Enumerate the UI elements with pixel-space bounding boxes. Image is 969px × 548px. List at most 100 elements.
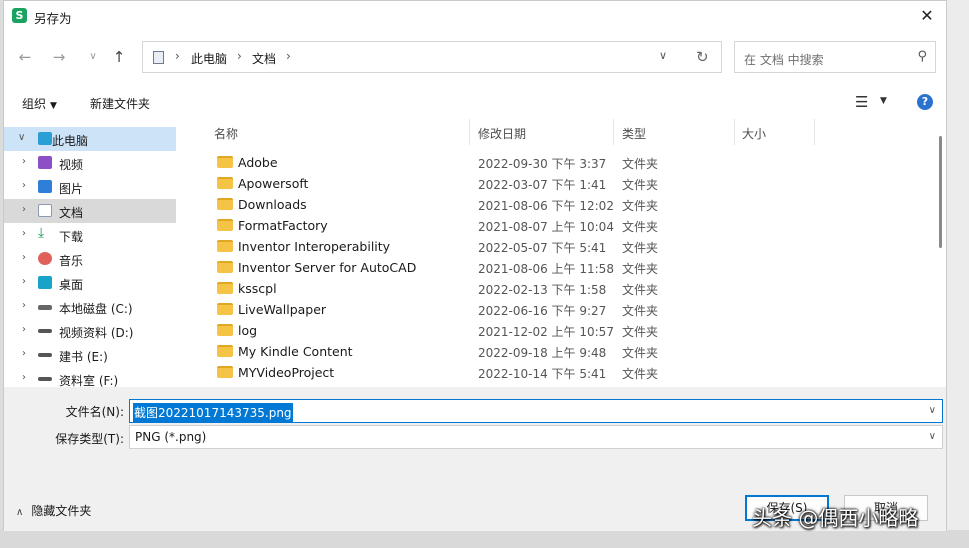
chevron-right-icon[interactable]: ›	[22, 228, 26, 239]
chevron-right-icon[interactable]: ›	[22, 372, 26, 383]
tree-item-desktop[interactable]: › 桌面	[4, 271, 176, 295]
tree-item-downloads[interactable]: › ⤓ 下载	[4, 223, 176, 247]
tree-item-drive-f[interactable]: › 资料室 (F:)	[4, 367, 176, 387]
filetype-dropdown-chevron-icon[interactable]: ∨	[929, 431, 936, 442]
breadcrumb-separator-icon[interactable]: ›	[237, 49, 242, 63]
watermark-text: 头条 @偶西小略略	[752, 506, 919, 530]
column-header-size[interactable]: 大小	[742, 125, 766, 142]
folder-icon	[217, 156, 233, 168]
table-row[interactable]: log 2021-12-02 上午 10:57 文件夹	[197, 320, 917, 341]
address-dropdown-chevron-icon[interactable]: ∨	[659, 49, 667, 62]
chevron-right-icon[interactable]: ›	[22, 252, 26, 263]
help-icon[interactable]: ?	[917, 94, 933, 110]
tree-item-videos[interactable]: › 视频	[4, 151, 176, 175]
chevron-right-icon[interactable]: ›	[22, 300, 26, 311]
chevron-right-icon[interactable]: ›	[22, 204, 26, 215]
chevron-right-icon[interactable]: ›	[22, 180, 26, 191]
column-divider[interactable]	[613, 119, 614, 145]
tree-item-music[interactable]: › 音乐	[4, 247, 176, 271]
forward-arrow-icon[interactable]: →	[48, 45, 70, 69]
search-box[interactable]: 在 文档 中搜索 ⚲	[734, 41, 936, 73]
chevron-right-icon[interactable]: ›	[22, 324, 26, 335]
column-header-type[interactable]: 类型	[622, 125, 646, 142]
breadcrumb-separator-icon[interactable]: ›	[286, 49, 291, 63]
file-name: Inventor Interoperability	[238, 239, 391, 254]
column-divider[interactable]	[814, 119, 815, 145]
view-caret-down-icon[interactable]: ▼	[880, 96, 887, 106]
file-date: 2022-02-13 下午 1:58	[478, 283, 607, 297]
breadcrumb-this-pc[interactable]: 此电脑	[191, 50, 227, 67]
file-name: My Kindle Content	[238, 344, 353, 359]
table-row[interactable]: ksscpl 2022-02-13 下午 1:58 文件夹	[197, 278, 917, 299]
table-row[interactable]: Inventor Interoperability 2022-05-07 下午 …	[197, 236, 917, 257]
drive-icon	[38, 329, 52, 333]
table-row[interactable]: MYVideoProject 2022-10-14 下午 5:41 文件夹	[197, 362, 917, 383]
drive-icon	[38, 353, 52, 357]
filename-dropdown-chevron-icon[interactable]: ∨	[929, 405, 936, 416]
column-header-name[interactable]: 名称	[214, 125, 238, 142]
chevron-right-icon[interactable]: ›	[22, 348, 26, 359]
folder-icon	[217, 198, 233, 210]
file-type: 文件夹	[622, 262, 659, 276]
up-arrow-icon[interactable]: ↑	[108, 45, 130, 69]
tree-item-documents[interactable]: › 文档	[4, 199, 176, 223]
file-list-scrollbar-thumb[interactable]	[939, 136, 942, 248]
new-folder-button[interactable]: 新建文件夹	[90, 95, 150, 112]
tree-item-pictures[interactable]: › 图片	[4, 175, 176, 199]
tree-item-this-pc[interactable]: ∨ 此电脑	[4, 127, 176, 151]
file-date: 2021-08-07 上午 10:04	[478, 220, 614, 234]
table-row[interactable]: Downloads 2021-08-06 下午 12:02 文件夹	[197, 194, 917, 215]
video-icon	[38, 156, 52, 169]
table-row[interactable]: Adobe 2022-09-30 下午 3:37 文件夹	[197, 152, 917, 173]
filetype-label: 保存类型(T):	[55, 432, 124, 446]
dialog-title: 另存为	[34, 11, 72, 26]
search-input[interactable]: 在 文档 中搜索	[744, 51, 824, 68]
chevron-up-icon: ∧	[16, 507, 24, 518]
background-app-right	[947, 0, 969, 548]
tree-item-drive-d[interactable]: › 视频资料 (D:)	[4, 319, 176, 343]
file-name: Adobe	[238, 155, 278, 170]
file-date: 2021-08-06 下午 12:02	[478, 199, 614, 213]
search-icon[interactable]: ⚲	[917, 49, 927, 64]
tree-item-drive-c[interactable]: › 本地磁盘 (C:)	[4, 295, 176, 319]
organize-menu-button[interactable]: 组织 ▼	[22, 95, 57, 112]
back-arrow-icon[interactable]: ←	[14, 45, 36, 69]
tree-item-label: 文档	[59, 206, 84, 220]
column-header-modified[interactable]: 修改日期	[478, 125, 526, 142]
tree-item-label: 图片	[59, 182, 84, 196]
file-name: Apowersoft	[238, 176, 309, 191]
column-divider[interactable]	[469, 119, 470, 145]
table-row[interactable]: LiveWallpaper 2022-06-16 下午 9:27 文件夹	[197, 299, 917, 320]
file-name: ksscpl	[238, 281, 277, 296]
chevron-down-icon[interactable]: ∨	[18, 132, 25, 143]
file-date: 2022-09-30 下午 3:37	[478, 157, 607, 171]
file-type: 文件夹	[622, 367, 659, 381]
hide-folders-toggle[interactable]: ∧ 隐藏文件夹	[16, 502, 91, 519]
folder-icon	[217, 240, 233, 252]
filename-value[interactable]: 截图20221017143735.png	[133, 403, 293, 422]
table-row[interactable]: Inventor Server for AutoCAD 2021-08-06 上…	[197, 257, 917, 278]
file-type: 文件夹	[622, 304, 659, 318]
table-row[interactable]: Apowersoft 2022-03-07 下午 1:41 文件夹	[197, 173, 917, 194]
close-icon[interactable]: ✕	[908, 1, 946, 31]
column-divider[interactable]	[734, 119, 735, 145]
filetype-select[interactable]: PNG (*.png) ∨	[129, 425, 943, 449]
table-row[interactable]: My Kindle Content 2022-09-18 上午 9:48 文件夹	[197, 341, 917, 362]
tree-item-label: 建书 (E:)	[59, 350, 108, 364]
file-name: FormatFactory	[238, 218, 328, 233]
file-date: 2022-09-18 上午 9:48	[478, 346, 607, 360]
tree-item-drive-e[interactable]: › 建书 (E:)	[4, 343, 176, 367]
filetype-value: PNG (*.png)	[135, 430, 207, 444]
refresh-icon[interactable]: ↻	[696, 48, 709, 66]
folder-icon	[217, 366, 233, 378]
breadcrumb-documents[interactable]: 文档	[252, 50, 276, 67]
filename-field[interactable]: 截图20221017143735.png ∨	[129, 399, 943, 423]
chevron-right-icon[interactable]: ›	[22, 156, 26, 167]
recent-locations-chevron-icon[interactable]: ∨	[82, 45, 104, 69]
file-date: 2022-05-07 下午 5:41	[478, 241, 607, 255]
view-options-icon[interactable]: ☰	[855, 93, 868, 111]
chevron-right-icon[interactable]: ›	[22, 276, 26, 287]
table-row[interactable]: FormatFactory 2021-08-07 上午 10:04 文件夹	[197, 215, 917, 236]
tree-item-label: 视频	[59, 158, 84, 172]
address-bar[interactable]: › 此电脑 › 文档 › ∨ ↻	[142, 41, 722, 73]
